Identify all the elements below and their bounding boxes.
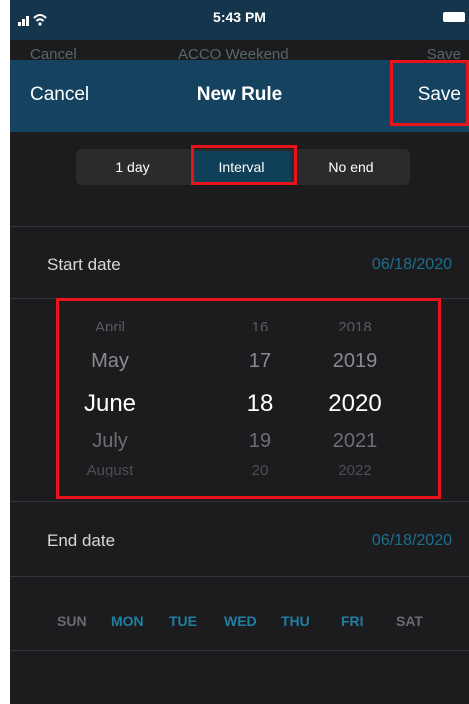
weekday-wed[interactable]: WED [224,613,257,629]
end-date-value[interactable]: 06/18/2020 [372,532,452,550]
weekday-mon[interactable]: MON [111,613,144,629]
interval-highlight-box [191,145,297,185]
ghost-title: ACCO Weekend [178,46,289,60]
weekday-fri[interactable]: FRI [341,613,364,629]
end-date-label: End date [47,531,116,550]
segment-no-end[interactable]: No end [292,149,410,185]
divider [10,576,469,577]
weekday-sun[interactable]: SUN [57,613,87,629]
save-highlight-box [390,60,469,126]
battery-icon [443,12,465,22]
divider [10,501,469,502]
weekday-sat[interactable]: SAT [396,613,423,629]
cancel-button[interactable]: Cancel [30,84,89,106]
status-bar: 5:43 PM [10,0,469,40]
phone-screen: 5:43 PM Cancel ACCO Weekend Save Cancel … [10,0,469,704]
divider [10,650,469,651]
start-date-label: Start date [47,255,121,274]
ghost-cancel: Cancel [30,46,77,60]
weekday-thu[interactable]: THU [281,613,310,629]
divider [10,226,469,227]
date-picker-highlight-box [56,298,441,499]
status-time: 5:43 PM [213,9,266,25]
segment-1-day[interactable]: 1 day [76,149,189,185]
weekday-tue[interactable]: TUE [169,613,197,629]
start-date-value[interactable]: 06/18/2020 [372,256,452,274]
ghost-save: Save [426,46,461,60]
